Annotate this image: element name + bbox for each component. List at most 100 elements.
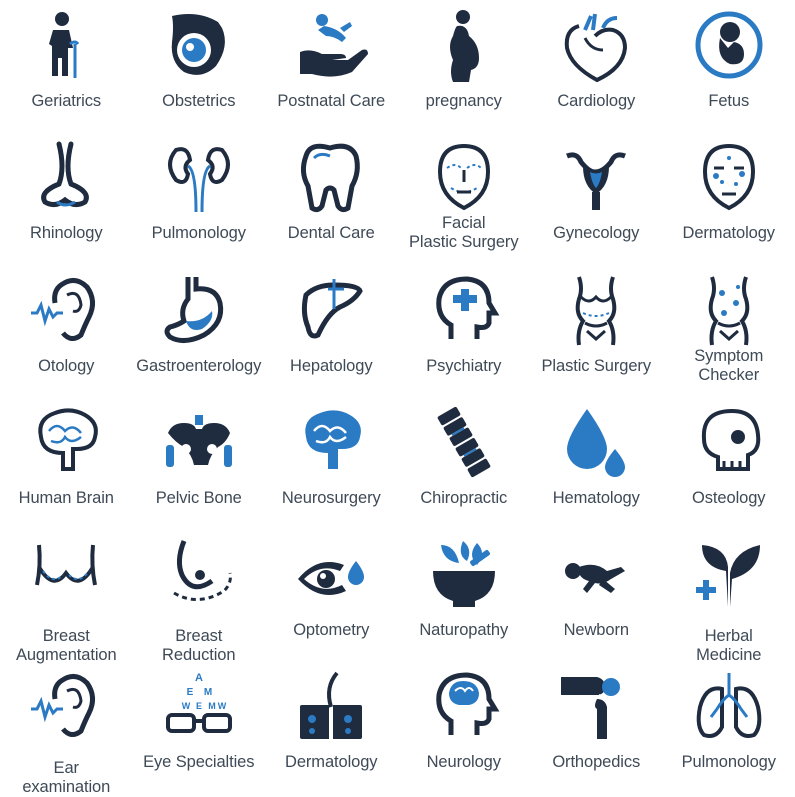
tile-geriatrics: Geriatrics — [0, 0, 133, 132]
tile-ear-examination: Ear examination — [0, 661, 133, 793]
eye-chart-glasses-icon: A E M W E M W — [162, 669, 236, 743]
tile-facial-plastic-surgery: Facial Plastic Surgery — [398, 132, 531, 264]
tile-naturopathy: Naturopathy — [398, 529, 531, 661]
newborn-icon — [559, 537, 633, 611]
tile-pulmonology-lungs: Pulmonology — [663, 661, 795, 793]
tile-optometry: Optometry — [265, 529, 398, 661]
uterus-icon — [559, 140, 633, 214]
tile-dental-care: Dental Care — [265, 132, 398, 264]
tile-label: Hepatology — [265, 357, 398, 376]
chart-letter: M — [208, 701, 216, 711]
tile-breast-reduction: Breast Reduction — [133, 529, 266, 661]
tile-hematology: Hematology — [530, 397, 663, 529]
pelvis-icon — [162, 405, 236, 479]
tile-breast-augmentation: Breast Augmentation — [0, 529, 133, 661]
ear-soundwave-icon — [29, 273, 103, 347]
tile-label: Geriatrics — [0, 92, 133, 111]
pregnant-belly-baby-icon — [162, 8, 236, 82]
tile-pelvic-bone: Pelvic Bone — [133, 397, 266, 529]
tile-eye-specialties: A E M W E M W Eye Specialties — [133, 661, 266, 793]
tile-gynecology: Gynecology — [530, 132, 663, 264]
tile-neurology: Neurology — [398, 661, 531, 793]
tile-herbal-medicine: Herbal Medicine — [663, 529, 795, 661]
tile-obstetrics: Obstetrics — [133, 0, 266, 132]
tile-label: Fetus — [663, 92, 795, 111]
tile-label: Postnatal Care — [265, 92, 398, 111]
icon-grid: Geriatrics Obstetrics Postnatal Care — [0, 0, 795, 794]
breast-reduction-icon — [162, 537, 236, 611]
head-brain-icon — [427, 669, 501, 743]
nose-icon — [29, 140, 103, 214]
tile-label: Facial Plastic Surgery — [398, 214, 531, 252]
tile-label: Neurosurgery — [265, 489, 398, 508]
tile-psychiatry: Psychiatry — [398, 265, 531, 397]
tile-otology: Otology — [0, 265, 133, 397]
chart-letter: E — [196, 701, 202, 711]
tile-rhinology: Rhinology — [0, 132, 133, 264]
tile-label: Osteology — [663, 489, 795, 508]
tile-label: pregnancy — [398, 92, 531, 111]
tile-pulmonology-kidneys: Pulmonology — [133, 132, 266, 264]
chart-letter: A — [195, 672, 203, 684]
tile-label: Gynecology — [530, 224, 663, 243]
tile-label: Chiropractic — [398, 489, 531, 508]
mortar-leaves-icon — [427, 537, 501, 611]
tile-label: Human Brain — [0, 489, 133, 508]
tile-label: Orthopedics — [530, 753, 663, 772]
elderly-person-cane-icon — [29, 8, 103, 82]
tile-label: Optometry — [265, 621, 398, 640]
tile-label: Pelvic Bone — [133, 489, 266, 508]
fetus-circle-icon — [692, 8, 766, 82]
tile-human-brain: Human Brain — [0, 397, 133, 529]
pregnant-woman-silhouette-icon — [427, 8, 501, 82]
tile-label: Neurology — [398, 753, 531, 772]
tile-fetus: Fetus — [663, 0, 795, 132]
liver-icon — [294, 273, 368, 347]
female-torso-icon — [559, 273, 633, 347]
brain-filled-icon — [294, 405, 368, 479]
tile-label: Pulmonology — [133, 224, 266, 243]
tile-label: Dermatology — [265, 753, 398, 772]
skull-icon — [692, 405, 766, 479]
ear-examination-icon — [29, 669, 103, 743]
tile-symptom-checker: Symptom Checker — [663, 265, 795, 397]
tile-label: Cardiology — [530, 92, 663, 111]
tile-chiropractic: Chiropractic — [398, 397, 531, 529]
brain-outline-icon — [29, 405, 103, 479]
tile-orthopedics: Orthopedics — [530, 661, 663, 793]
baby-in-hand-icon — [294, 8, 368, 82]
tile-label: Hematology — [530, 489, 663, 508]
tile-label: Dermatology — [663, 224, 795, 243]
kidneys-icon — [162, 140, 236, 214]
tile-label: Ear examination — [0, 759, 133, 797]
tile-label: Newborn — [530, 621, 663, 640]
tile-label: Obstetrics — [133, 92, 266, 111]
spine-icon — [427, 405, 501, 479]
body-spots-icon — [692, 273, 766, 347]
tile-pregnancy: pregnancy — [398, 0, 531, 132]
tile-label: Gastroenterology — [133, 357, 266, 376]
skin-hair-icon — [294, 669, 368, 743]
breast-icon — [29, 537, 103, 611]
tile-postnatal-care: Postnatal Care — [265, 0, 398, 132]
tile-label: Symptom Checker — [663, 347, 795, 385]
lungs-icon — [692, 669, 766, 743]
tile-label: Herbal Medicine — [663, 627, 795, 665]
tile-neurosurgery: Neurosurgery — [265, 397, 398, 529]
stomach-icon — [162, 273, 236, 347]
tile-osteology: Osteology — [663, 397, 795, 529]
chart-letter: M — [204, 687, 212, 698]
tile-hepatology: Hepatology — [265, 265, 398, 397]
head-puzzle-icon — [427, 273, 501, 347]
tile-label: Otology — [0, 357, 133, 376]
chart-letter: W — [182, 701, 191, 711]
tile-label: Pulmonology — [663, 753, 795, 772]
blood-drops-icon — [559, 405, 633, 479]
face-spots-icon — [692, 140, 766, 214]
tile-label: Breast Augmentation — [0, 627, 133, 665]
tile-label: Dental Care — [265, 224, 398, 243]
herbal-plant-cross-icon — [692, 537, 766, 611]
tile-gastroenterology: Gastroenterology — [133, 265, 266, 397]
tile-dermatology-face: Dermatology — [663, 132, 795, 264]
tile-label: Plastic Surgery — [530, 357, 663, 376]
